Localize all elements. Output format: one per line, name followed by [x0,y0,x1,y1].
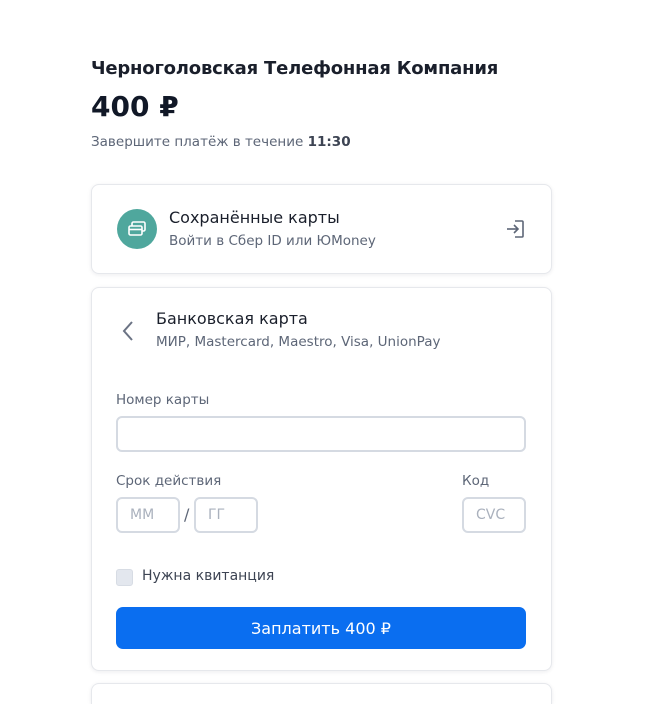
cvc-label: Код [462,473,490,489]
payment-amount: 400 ₽ [91,90,179,123]
expiry-month-input[interactable] [116,497,180,533]
login-icon[interactable] [504,218,526,240]
saved-cards-subtitle: Войти в Сбер ID или ЮMoney [169,233,376,249]
card-number-input[interactable] [116,416,526,452]
expiry-separator: / [184,505,190,524]
timer-value: 11:30 [307,134,351,150]
payment-header: Черноголовская Телефонная Компания 400 ₽… [91,58,551,151]
saved-cards-panel[interactable]: Сохранённые карты Войти в Сбер ID или ЮM… [91,184,552,274]
bank-card-title: Банковская карта [156,309,308,328]
next-payment-panel [91,683,552,704]
timer-text: Завершите платёж в течение [91,134,304,150]
expiry-year-input[interactable] [194,497,258,533]
bank-card-panel: Банковская карта МИР, Mastercard, Maestr… [91,287,552,671]
receipt-label: Нужна квитанция [142,568,275,584]
payment-timer: Завершите платёж в течение 11:30 [91,133,551,151]
receipt-checkbox[interactable] [116,569,133,586]
pay-button[interactable]: Заплатить 400 ₽ [116,607,526,649]
card-number-label: Номер карты [116,392,210,408]
saved-cards-title: Сохранённые карты [169,208,340,227]
back-chevron-icon[interactable] [120,320,138,342]
card-icon [117,209,157,249]
expiry-label: Срок действия [116,473,222,489]
bank-card-subtitle: МИР, Mastercard, Maestro, Visa, UnionPay [156,334,441,350]
cvc-input[interactable] [462,497,526,533]
merchant-name: Черноголовская Телефонная Компания [91,58,499,79]
